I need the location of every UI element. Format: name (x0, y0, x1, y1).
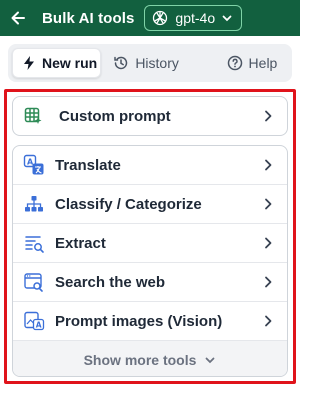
tab-new-run[interactable]: New run (12, 48, 102, 78)
image-vision-icon: A (24, 311, 45, 331)
tool-label: Classify / Categorize (55, 195, 202, 213)
hierarchy-icon (25, 196, 43, 212)
custom-prompt-label: Custom prompt (59, 107, 171, 125)
tab-bar: New run History Help (8, 44, 292, 82)
chevron-down-icon (222, 15, 232, 22)
bolt-icon (24, 56, 34, 70)
tool-label: Extract (55, 234, 106, 252)
model-dropdown[interactable]: gpt-4o (144, 5, 243, 31)
arrow-left-icon (11, 11, 25, 25)
chevron-right-icon (265, 159, 272, 171)
help-circle-icon (227, 55, 242, 71)
tab-history[interactable]: History (101, 48, 200, 78)
show-more-tools-button[interactable]: Show more tools (13, 341, 287, 376)
chevron-right-icon (265, 198, 272, 210)
app-title: Bulk AI tools (42, 9, 135, 27)
tool-item-vision[interactable]: A Prompt images (Vision) (13, 302, 287, 341)
tool-label: Prompt images (Vision) (55, 312, 223, 330)
tool-label: Search the web (55, 273, 166, 291)
tab-label: Help (248, 55, 278, 71)
show-more-label: Show more tools (83, 351, 197, 368)
tab-label: New run (42, 55, 98, 71)
tool-label: Translate (55, 156, 121, 174)
tool-item-translate[interactable]: A Translate (13, 146, 287, 185)
chevron-right-icon (265, 315, 272, 327)
browser-search-icon (24, 273, 43, 292)
back-button[interactable] (0, 0, 36, 36)
custom-prompt-card: Custom prompt (12, 96, 288, 136)
translate-icon: A (23, 154, 44, 175)
extract-icon (25, 236, 44, 253)
tool-item-extract[interactable]: Extract (13, 224, 287, 263)
chevron-right-icon (265, 110, 272, 122)
tool-item-classify[interactable]: Classify / Categorize (13, 185, 287, 224)
openai-icon (153, 10, 168, 26)
globe-sparkle-icon (24, 107, 42, 124)
history-icon (114, 56, 128, 70)
tool-item-search-web[interactable]: Search the web (13, 263, 287, 302)
svg-text:A: A (36, 321, 42, 330)
tab-help[interactable]: Help (209, 48, 288, 78)
chevron-right-icon (265, 237, 272, 249)
chevron-right-icon (265, 276, 272, 288)
tab-label: History (135, 55, 179, 71)
chevron-down-icon (205, 357, 215, 363)
model-name: gpt-4o (175, 10, 216, 26)
app-header: Bulk AI tools gpt-4o (0, 0, 300, 36)
tools-list: A Translate Classify / Categorize Extrac… (12, 145, 288, 377)
custom-prompt-item[interactable]: Custom prompt (13, 97, 287, 135)
